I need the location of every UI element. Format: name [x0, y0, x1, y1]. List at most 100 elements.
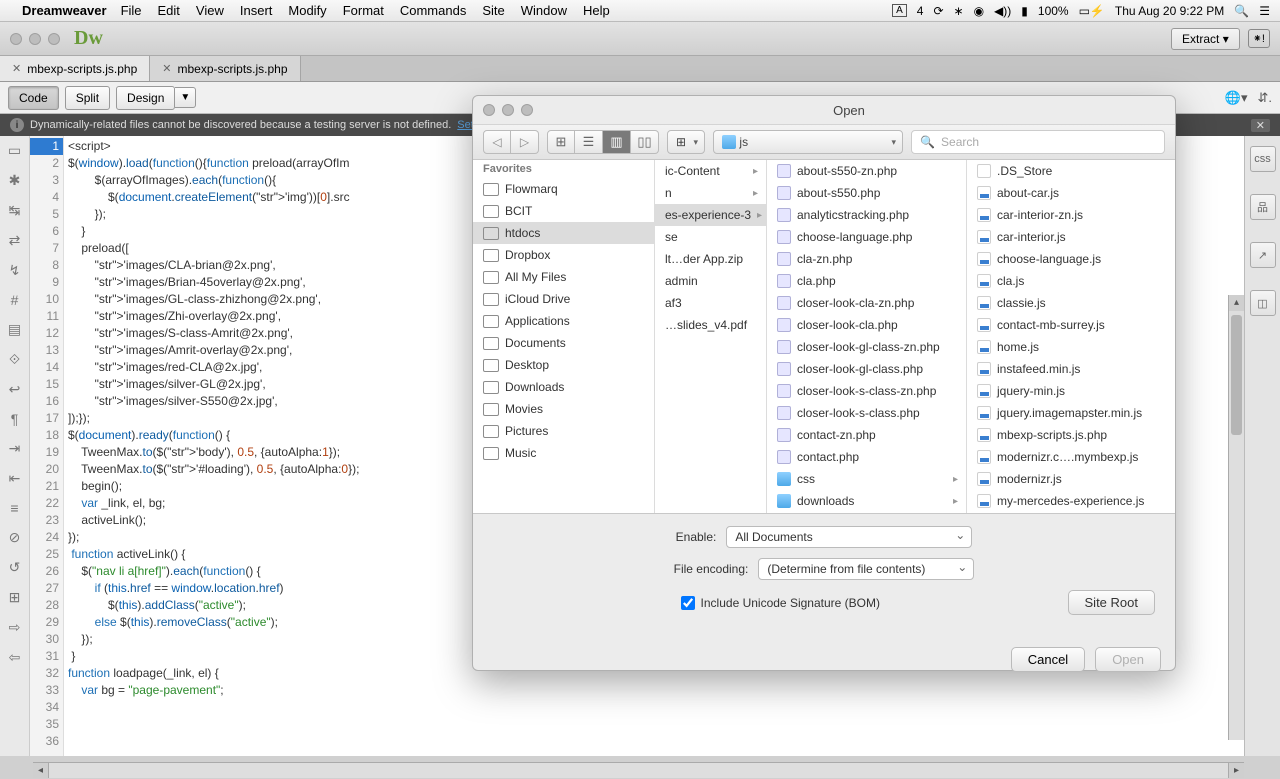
- nav-back-forward[interactable]: ◁▷: [483, 130, 539, 154]
- sidebar-item[interactable]: iCloud Drive: [473, 288, 654, 310]
- transfer-icon[interactable]: ⇵.: [1257, 90, 1272, 106]
- list-item[interactable]: jquery.imagemapster.min.js: [967, 402, 1173, 424]
- list-item[interactable]: se: [655, 226, 766, 248]
- search-input[interactable]: 🔍Search: [911, 130, 1165, 154]
- list-item[interactable]: car-interior-zn.js: [967, 204, 1173, 226]
- sync-icon[interactable]: ⟳: [933, 4, 943, 18]
- close-icon[interactable]: ✕: [12, 62, 21, 75]
- code-view-button[interactable]: Code: [8, 86, 59, 110]
- split-view-button[interactable]: Split: [65, 86, 110, 110]
- bluetooth-icon[interactable]: ∗: [954, 4, 964, 18]
- sidebar-item[interactable]: Dropbox: [473, 244, 654, 266]
- design-dropdown[interactable]: ▼: [175, 87, 196, 108]
- notifications-count[interactable]: 4: [917, 4, 924, 18]
- list-item[interactable]: jquery-min.js: [967, 380, 1173, 402]
- sidebar-item[interactable]: Desktop: [473, 354, 654, 376]
- move-icon[interactable]: ⊞: [9, 589, 21, 606]
- list-item[interactable]: contact-mb-surrey.js: [967, 314, 1173, 336]
- list-item[interactable]: about-s550-zn.php: [767, 160, 966, 182]
- list-item[interactable]: about-car.js: [967, 182, 1173, 204]
- sidebar-item[interactable]: Pictures: [473, 420, 654, 442]
- dom-panel-icon[interactable]: 品: [1250, 194, 1276, 220]
- extract-button[interactable]: Extract ▾: [1171, 28, 1240, 50]
- outdent-icon[interactable]: ⇤: [9, 470, 21, 487]
- list-item[interactable]: closer-look-gl-class-zn.php: [767, 336, 966, 358]
- cancel-button[interactable]: Cancel: [1011, 647, 1085, 672]
- arrange-dropdown[interactable]: ⊞: [667, 130, 705, 154]
- select-parent-icon[interactable]: ⇄: [9, 232, 21, 249]
- comment-icon[interactable]: ⊘: [9, 529, 21, 546]
- list-item[interactable]: contact.php: [767, 446, 966, 468]
- column-view-icon[interactable]: ▥: [603, 130, 631, 154]
- menu-file[interactable]: File: [121, 3, 142, 18]
- list-item[interactable]: modernizr.c….mymbexp.js: [967, 446, 1173, 468]
- menu-format[interactable]: Format: [343, 3, 384, 18]
- collapse-icon[interactable]: ✱: [9, 172, 21, 189]
- sidebar-item[interactable]: Downloads: [473, 376, 654, 398]
- list-item[interactable]: closer-look-s-class-zn.php: [767, 380, 966, 402]
- list-item[interactable]: en▸: [767, 512, 966, 513]
- tab-1[interactable]: ✕mbexp-scripts.js.php: [0, 56, 150, 81]
- balance-braces-icon[interactable]: ↯: [9, 262, 21, 279]
- sidebar-item[interactable]: Flowmarq: [473, 178, 654, 200]
- list-item[interactable]: admin: [655, 270, 766, 292]
- list-item[interactable]: modernizr.js: [967, 468, 1173, 490]
- close-icon[interactable]: ✕: [162, 62, 171, 75]
- highlight-icon[interactable]: ▤: [8, 321, 21, 338]
- tray-icon[interactable]: A: [892, 4, 907, 17]
- recent-snippets-icon[interactable]: ↺: [9, 559, 21, 576]
- indent-right-icon[interactable]: ⇨: [9, 619, 21, 636]
- forward-icon[interactable]: ▷: [511, 130, 539, 154]
- list-item[interactable]: contact-zn.php: [767, 424, 966, 446]
- format-icon[interactable]: ≡: [10, 500, 18, 516]
- list-item[interactable]: about-s550.php: [767, 182, 966, 204]
- expand-icon[interactable]: ↹: [9, 202, 21, 219]
- sidebar-item[interactable]: BCIT: [473, 200, 654, 222]
- menu-edit[interactable]: Edit: [158, 3, 180, 18]
- window-controls[interactable]: [10, 33, 60, 45]
- list-item[interactable]: closer-look-s-class.php: [767, 402, 966, 424]
- list-item[interactable]: af3: [655, 292, 766, 314]
- list-item[interactable]: choose-language.js: [967, 248, 1173, 270]
- sidebar-item[interactable]: Movies: [473, 398, 654, 420]
- list-item[interactable]: closer-look-cla-zn.php: [767, 292, 966, 314]
- back-icon[interactable]: ◁: [483, 130, 511, 154]
- hidden-chars-icon[interactable]: ¶: [11, 411, 19, 427]
- app-name[interactable]: Dreamweaver: [22, 3, 107, 18]
- close-warning-button[interactable]: ✕: [1251, 119, 1270, 132]
- list-item[interactable]: css▸: [767, 468, 966, 490]
- spotlight-icon[interactable]: 🔍: [1234, 4, 1249, 18]
- bom-checkbox-input[interactable]: [681, 596, 695, 610]
- path-dropdown[interactable]: js: [713, 130, 903, 154]
- list-item[interactable]: closer-look-gl-class.php: [767, 358, 966, 380]
- list-item[interactable]: cla.php: [767, 270, 966, 292]
- list-item[interactable]: car-interior.js: [967, 226, 1173, 248]
- list-item[interactable]: lt…der App.zip: [655, 248, 766, 270]
- view-mode-group[interactable]: ⊞ ☰ ▥ ▯▯: [547, 130, 659, 154]
- open-button[interactable]: Open: [1095, 647, 1161, 672]
- list-item[interactable]: overlay.js: [967, 512, 1173, 513]
- coverflow-view-icon[interactable]: ▯▯: [631, 130, 659, 154]
- files-panel-icon[interactable]: ◫: [1250, 290, 1276, 316]
- wifi-icon[interactable]: ◉: [974, 4, 984, 18]
- tab-2[interactable]: ✕mbexp-scripts.js.php: [150, 56, 300, 81]
- list-item[interactable]: home.js: [967, 336, 1173, 358]
- encoding-select[interactable]: (Determine from file contents): [758, 558, 974, 580]
- open-documents-icon[interactable]: ▭: [8, 142, 21, 159]
- syntax-icon[interactable]: ⟐: [9, 351, 20, 368]
- menu-insert[interactable]: Insert: [240, 3, 273, 18]
- bom-checkbox[interactable]: Include Unicode Signature (BOM): [681, 596, 880, 610]
- indent-left-icon[interactable]: ⇦: [9, 649, 21, 666]
- menu-window[interactable]: Window: [521, 3, 567, 18]
- line-numbers-icon[interactable]: #: [11, 292, 19, 308]
- word-wrap-icon[interactable]: ↩: [9, 381, 21, 398]
- css-panel-icon[interactable]: css: [1250, 146, 1276, 172]
- list-item[interactable]: n▸: [655, 182, 766, 204]
- site-root-button[interactable]: Site Root: [1068, 590, 1155, 615]
- list-item[interactable]: …slides_v4.pdf: [655, 314, 766, 336]
- battery-text[interactable]: 100%: [1038, 4, 1069, 18]
- dialog-window-controls[interactable]: [483, 104, 533, 116]
- list-item[interactable]: es-experience-3▸: [655, 204, 766, 226]
- icon-view-icon[interactable]: ⊞: [547, 130, 575, 154]
- menu-icon[interactable]: ☰: [1259, 4, 1270, 18]
